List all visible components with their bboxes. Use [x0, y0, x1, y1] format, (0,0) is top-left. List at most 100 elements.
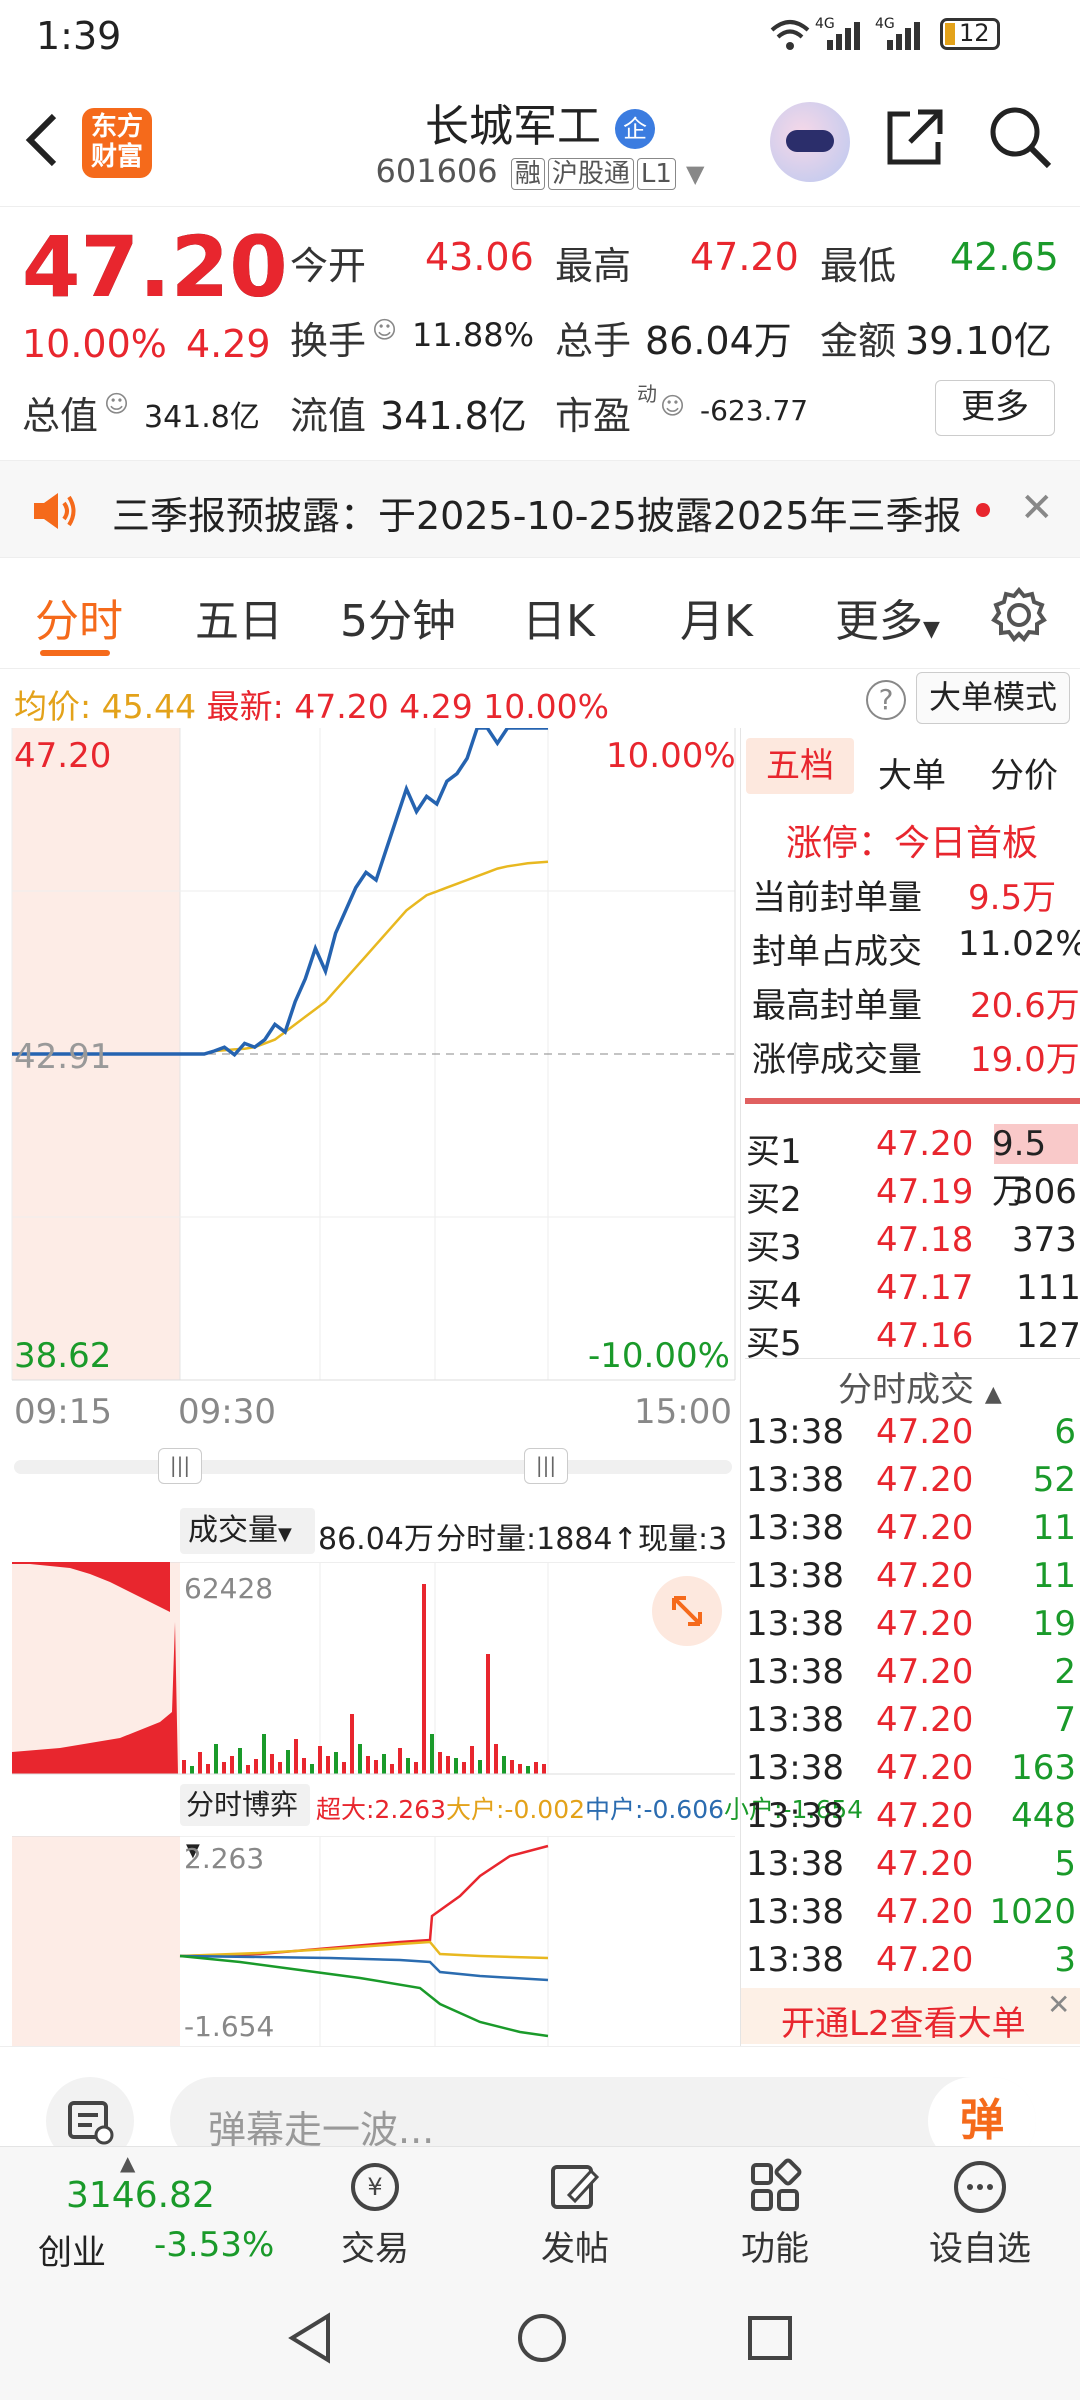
- volume-bar: [358, 1744, 362, 1774]
- add-watchlist-button[interactable]: 设自选: [905, 2157, 1055, 2270]
- turnover-value: 11.88%: [412, 316, 535, 354]
- flow-chart[interactable]: [0, 1836, 740, 2046]
- grid-icon: [751, 2158, 802, 2211]
- volume-bar: [262, 1734, 266, 1774]
- volume-bar: [374, 1760, 378, 1774]
- trade-price: 47.20: [876, 1604, 974, 1644]
- volume-selector[interactable]: 成交量▼: [180, 1508, 315, 1554]
- volume-bar: [526, 1766, 530, 1774]
- flow-selector[interactable]: 分时博弈▼: [180, 1784, 310, 1861]
- volume-bar: [510, 1760, 514, 1774]
- high-label: 最高: [555, 244, 632, 288]
- flow-mid-line: [179, 1954, 549, 1982]
- search-icon[interactable]: [985, 102, 1055, 176]
- trade-price: 47.20: [876, 1652, 974, 1692]
- post-button[interactable]: 发帖: [500, 2157, 650, 2270]
- trade-time: 13:38: [746, 1508, 844, 1548]
- trade-price: 47.20: [876, 1844, 974, 1884]
- stat-label-1: 当前封单量: [752, 878, 922, 918]
- tab-more[interactable]: 更多▼: [835, 585, 940, 649]
- volume-bar: [486, 1654, 490, 1774]
- trade-row: 13:38 47.20 7: [746, 1700, 1076, 1744]
- volume-bar: [294, 1739, 298, 1774]
- tab-timeshare[interactable]: 分时: [35, 585, 123, 649]
- assistant-avatar[interactable]: [770, 102, 850, 182]
- stat-value-1: 9.5万: [968, 878, 1057, 918]
- function-button[interactable]: 功能: [700, 2157, 850, 2270]
- tab-indicator: [40, 650, 110, 656]
- l2-close-icon[interactable]: ✕: [1047, 1988, 1070, 2021]
- open-value: 43.06: [425, 235, 534, 279]
- trade-price: 47.20: [876, 1460, 974, 1500]
- notice-bar[interactable]: 三季报预披露：于2025-10-25披露2025年三季报 ✕: [0, 460, 1080, 558]
- volume-bar: [198, 1752, 202, 1774]
- bid-price-1: 47.20: [876, 1124, 974, 1164]
- index-value[interactable]: 3146.82: [66, 2175, 215, 2216]
- tab-big-orders[interactable]: 大单: [878, 748, 946, 797]
- trade-time: 13:38: [746, 1412, 844, 1452]
- trade-price: 47.20: [876, 1940, 974, 1980]
- amount-label: 金额: [820, 319, 897, 363]
- trade-button[interactable]: ¥ 交易: [300, 2157, 450, 2270]
- volume-bar: [222, 1762, 226, 1774]
- index-name[interactable]: 创业: [38, 2225, 106, 2274]
- volume-bar: [390, 1764, 394, 1774]
- trade-time: 13:38: [746, 1556, 844, 1596]
- volume-bar: [182, 1760, 186, 1774]
- expand-icon[interactable]: [652, 1576, 722, 1646]
- stat-value-4: 19.0万: [970, 1040, 1080, 1080]
- nav-home-icon[interactable]: [514, 2310, 570, 2370]
- index-pct[interactable]: -3.53%: [154, 2225, 274, 2265]
- float-value: 341.8亿: [380, 394, 527, 438]
- nav-back-icon[interactable]: [282, 2310, 338, 2370]
- volume-bar: [422, 1584, 426, 1774]
- open-label: 今开: [290, 244, 367, 288]
- tab-five-level[interactable]: 五档: [746, 738, 854, 794]
- volume-bar: [462, 1762, 466, 1774]
- nav-recents-icon[interactable]: [742, 2310, 798, 2370]
- bid-price-4: 47.17: [876, 1268, 974, 1308]
- stat-value-2: 11.02%: [958, 924, 1080, 964]
- tab-five-min[interactable]: 5分钟: [340, 585, 456, 649]
- volume-bar: [318, 1746, 322, 1774]
- tab-daily-k[interactable]: 日K: [522, 585, 595, 649]
- big-order-mode-button[interactable]: 大单模式: [916, 672, 1070, 724]
- bid-vol-5: 127: [1016, 1316, 1080, 1356]
- more-button[interactable]: 更多: [935, 380, 1055, 436]
- pct-bottom-label: -10.00%: [588, 1336, 730, 1376]
- volume-max-label: 62428: [184, 1572, 274, 1605]
- trade-time: 13:38: [746, 1652, 844, 1692]
- x-label-open: 09:30: [178, 1392, 276, 1432]
- flow-bottom-label: -1.654: [184, 2010, 275, 2043]
- signal-icon: 4G: [815, 16, 865, 56]
- battery-icon: 12: [940, 18, 1000, 50]
- tab-monthly-k[interactable]: 月K: [680, 585, 753, 649]
- slider-handle-left[interactable]: |||: [158, 1448, 202, 1484]
- volume-bar: [326, 1756, 330, 1774]
- volume-value: 86.04万: [645, 319, 792, 363]
- mcap-label: 总值: [22, 394, 99, 438]
- tab-price-dist[interactable]: 分价: [990, 748, 1058, 797]
- help-icon[interactable]: ?: [866, 680, 906, 720]
- slider-handle-right[interactable]: |||: [524, 1448, 568, 1484]
- l2-banner[interactable]: 开通L2查看大单 ✕: [741, 1988, 1080, 2044]
- y-bottom-label: 38.62: [14, 1336, 112, 1376]
- volume-bar: [334, 1752, 338, 1774]
- tab-five-day[interactable]: 五日: [195, 585, 283, 649]
- volume-chart[interactable]: [0, 1562, 740, 1777]
- comment-bar: 弹幕走一波... 弹: [0, 2046, 1080, 2165]
- stat-value-3: 20.6万: [970, 986, 1080, 1026]
- trade-price: 47.20: [876, 1700, 974, 1740]
- range-slider[interactable]: [14, 1460, 732, 1474]
- share-icon[interactable]: [880, 102, 950, 176]
- settings-gear-icon[interactable]: [990, 586, 1048, 648]
- volume-bar: [438, 1752, 442, 1774]
- status-bar: 1:39 4G 4G 12: [0, 0, 1080, 72]
- trades-title[interactable]: 分时成交 ▲: [838, 1362, 1002, 1411]
- trade-row: 13:38 47.20 19: [746, 1604, 1076, 1648]
- speaker-icon: [30, 489, 80, 537]
- trade-price: 47.20: [876, 1892, 974, 1932]
- close-icon[interactable]: ✕: [1020, 485, 1054, 531]
- trade-time: 13:38: [746, 1604, 844, 1644]
- trade-volume: 19: [1032, 1604, 1076, 1644]
